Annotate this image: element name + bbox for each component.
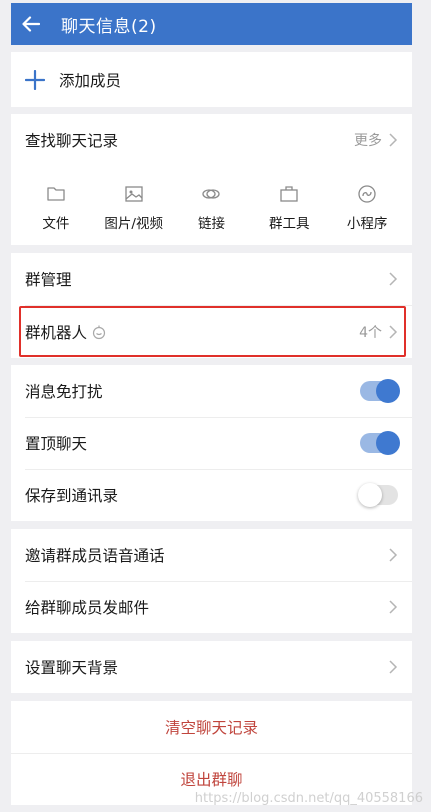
- pin-toggle[interactable]: [360, 431, 400, 455]
- page-title: 聊天信息(2): [61, 16, 157, 37]
- toolbox-icon: [280, 186, 298, 202]
- tool-file-label: 文件: [42, 216, 70, 232]
- tool-image-video[interactable]: 图片/视频: [95, 166, 173, 232]
- pin-label: 置顶聊天: [25, 435, 88, 453]
- link-icon: [202, 189, 221, 199]
- send-mail-label: 给群聊成员发邮件: [25, 599, 150, 617]
- folder-icon: [47, 187, 65, 201]
- more-link[interactable]: 更多: [354, 130, 382, 150]
- save-contacts-toggle[interactable]: [358, 483, 398, 507]
- mini-program-icon: [358, 185, 376, 203]
- back-arrow-icon: [22, 16, 40, 32]
- mute-label: 消息免打扰: [25, 383, 103, 401]
- chevron-right-icon: [389, 133, 398, 147]
- add-member-label: 添加成员: [59, 71, 122, 90]
- mute-row: 消息免打扰: [11, 365, 412, 417]
- tool-link-label: 链接: [197, 216, 225, 232]
- exit-group-button[interactable]: 退出群聊: [25, 768, 398, 790]
- group-manage-row[interactable]: 群管理: [11, 253, 412, 305]
- pin-row: 置顶聊天: [11, 417, 412, 469]
- tool-mini-program[interactable]: 小程序: [328, 166, 406, 232]
- add-member-section: 添加成员: [11, 52, 412, 107]
- tool-group-tools[interactable]: 群工具: [250, 166, 328, 232]
- send-mail-row[interactable]: 给群聊成员发邮件: [11, 581, 412, 633]
- tool-mini-program-label: 小程序: [346, 216, 388, 232]
- toggle-knob: [376, 379, 400, 403]
- top-bar: 聊天信息(2): [11, 3, 412, 45]
- clear-history-button[interactable]: 清空聊天记录: [25, 716, 398, 738]
- danger-section: 清空聊天记录 退出群聊: [11, 701, 412, 805]
- tool-group-tools-label: 群工具: [269, 216, 310, 232]
- tool-link[interactable]: 链接: [173, 166, 251, 232]
- invite-section: 邀请群成员语音通话 给群聊成员发邮件: [11, 529, 412, 633]
- toggle-knob: [376, 431, 400, 455]
- chevron-right-icon: [389, 272, 398, 286]
- watermark: https://blog.csdn.net/qq_40558166: [194, 791, 423, 806]
- invite-call-label: 邀请群成员语音通话: [25, 547, 165, 565]
- tool-file[interactable]: 文件: [17, 166, 95, 232]
- save-contacts-label: 保存到通讯录: [25, 487, 119, 505]
- group-manage-label: 群管理: [25, 271, 72, 289]
- chevron-right-icon: [389, 660, 398, 674]
- chevron-right-icon: [389, 600, 398, 614]
- tool-image-video-label: 图片/视频: [104, 216, 163, 232]
- plus-icon: [25, 69, 45, 90]
- invite-call-row[interactable]: 邀请群成员语音通话: [11, 529, 412, 581]
- highlight-box: [19, 306, 406, 357]
- back-button[interactable]: [11, 3, 51, 45]
- toggle-knob: [358, 483, 382, 507]
- history-tools: 文件 图片/视频 链接 群工具 小程序: [11, 166, 412, 232]
- search-history-label: 查找聊天记录: [25, 132, 119, 150]
- image-icon: [125, 186, 143, 202]
- mute-toggle[interactable]: [360, 379, 400, 403]
- add-member-row[interactable]: 添加成员: [11, 52, 412, 107]
- clear-history-row[interactable]: 清空聊天记录: [11, 701, 412, 753]
- save-contacts-row: 保存到通讯录: [11, 469, 412, 521]
- chat-settings-section: 消息免打扰 置顶聊天 保存到通讯录: [11, 365, 412, 521]
- chevron-right-icon: [389, 548, 398, 562]
- chat-history-section: 查找聊天记录 更多 文件 图片/视频 链接 群工具 小程序: [11, 114, 412, 245]
- background-label: 设置聊天背景: [25, 659, 119, 677]
- background-section: 设置聊天背景: [11, 641, 412, 693]
- search-history-row[interactable]: 查找聊天记录 更多: [11, 114, 412, 166]
- background-row[interactable]: 设置聊天背景: [11, 641, 412, 693]
